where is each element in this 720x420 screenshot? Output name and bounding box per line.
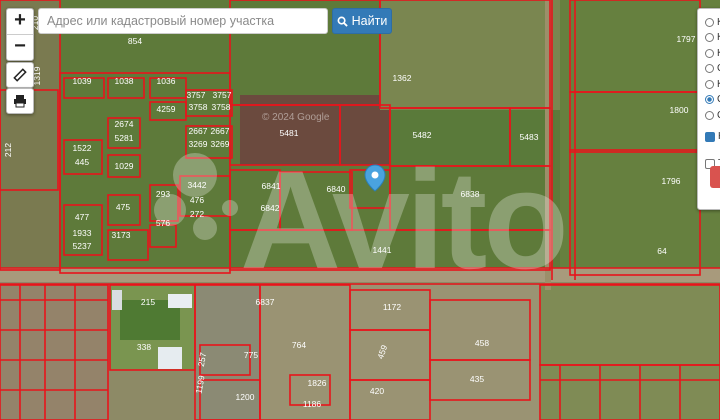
- parcel-label[interactable]: 3758: [189, 102, 208, 112]
- parcel-label[interactable]: 854: [128, 36, 142, 46]
- parcel-label[interactable]: 1186: [303, 399, 322, 409]
- parcel-label[interactable]: 212: [3, 143, 13, 157]
- parcel-label[interactable]: 3173: [112, 230, 131, 240]
- parcel-label[interactable]: 6838: [461, 189, 480, 199]
- parcel-label[interactable]: 5281: [115, 133, 134, 143]
- parcel-label[interactable]: 576: [156, 218, 170, 228]
- parcel-label[interactable]: 458: [475, 338, 489, 348]
- layer-checkbox-option[interactable]: К: [705, 130, 720, 144]
- layer-radio[interactable]: [705, 95, 714, 104]
- parcel-label[interactable]: 475: [116, 202, 130, 212]
- parcel-label[interactable]: 1038: [115, 76, 134, 86]
- parcel-label[interactable]: 1362: [393, 73, 412, 83]
- search-button[interactable]: Найти: [332, 8, 392, 34]
- layer-radio[interactable]: [705, 79, 714, 89]
- parcel-label[interactable]: 215: [141, 297, 155, 307]
- parcel-label[interactable]: 3757: [213, 90, 232, 100]
- layer-radio[interactable]: [705, 48, 714, 58]
- parcel-label[interactable]: 5237: [73, 241, 92, 251]
- layer-radio[interactable]: [705, 17, 714, 27]
- parcel-label[interactable]: 2667: [211, 126, 230, 136]
- parcel-label[interactable]: 2674: [115, 119, 134, 129]
- layer-option[interactable]: С: [705, 108, 720, 122]
- print-icon: [14, 95, 26, 108]
- parcel-label[interactable]: 1826: [308, 378, 327, 388]
- layer-checkbox[interactable]: [705, 131, 715, 142]
- parcel-label[interactable]: 6842: [261, 203, 280, 213]
- parcel-label[interactable]: 2667: [189, 126, 208, 136]
- parcel-label[interactable]: 1800: [670, 105, 689, 115]
- parcel-label[interactable]: 1441: [373, 245, 392, 255]
- layer-option[interactable]: К: [705, 15, 720, 29]
- layer-option[interactable]: К: [705, 46, 720, 60]
- zoom-in-button[interactable]: +: [7, 9, 33, 34]
- parcel-label[interactable]: 476: [190, 195, 204, 205]
- parcel-label[interactable]: 1039: [73, 76, 92, 86]
- zoom-control: + −: [6, 8, 34, 61]
- print-button[interactable]: [6, 88, 34, 114]
- panel-toggle-button[interactable]: [710, 166, 720, 188]
- parcel-label[interactable]: 445: [75, 157, 89, 167]
- parcel-label[interactable]: 3758: [212, 102, 231, 112]
- parcel-label[interactable]: 435: [470, 374, 484, 384]
- parcel-label[interactable]: 338: [137, 342, 151, 352]
- parcel-label[interactable]: 3442: [188, 180, 207, 190]
- google-watermark: © 2024 Google: [262, 112, 330, 123]
- ruler-button[interactable]: [6, 62, 34, 88]
- parcel-label[interactable]: 1200: [236, 392, 255, 402]
- parcel-label[interactable]: 4259: [157, 104, 176, 114]
- parcel-label[interactable]: 3269: [189, 139, 208, 149]
- parcel-label[interactable]: 477: [75, 212, 89, 222]
- parcel-label[interactable]: 1933: [73, 228, 92, 238]
- parcel-label[interactable]: 1522: [73, 143, 92, 153]
- parcel-label[interactable]: 64: [657, 246, 667, 256]
- search-button-label: Найти: [351, 14, 388, 28]
- map-canvas[interactable]: Avito © 2024 Google 854 1039 1038 1036 3757 3…: [0, 0, 720, 420]
- layer-option[interactable]: С: [705, 93, 720, 107]
- parcel-label[interactable]: 272: [190, 209, 204, 219]
- search-icon: [337, 16, 348, 27]
- parcel-label[interactable]: 1172: [383, 302, 402, 312]
- parcel-label[interactable]: 6837: [256, 297, 275, 307]
- parcel-label[interactable]: 5483: [520, 132, 539, 142]
- layer-option[interactable]: С: [705, 62, 720, 76]
- parcel-label[interactable]: 293: [156, 189, 170, 199]
- svg-text:Avito: Avito: [240, 141, 565, 298]
- parcel-label[interactable]: 5481: [280, 128, 299, 138]
- parcel-label[interactable]: 3757: [187, 90, 206, 100]
- parcel-label[interactable]: 420: [370, 386, 384, 396]
- parcel-label[interactable]: 5482: [413, 130, 432, 140]
- parcel-label[interactable]: 1029: [115, 161, 134, 171]
- parcel-label[interactable]: 1796: [662, 176, 681, 186]
- parcel-label[interactable]: 3269: [211, 139, 230, 149]
- layer-radio[interactable]: [705, 33, 714, 42]
- parcel-label[interactable]: 6841: [262, 181, 281, 191]
- zoom-out-button[interactable]: −: [7, 34, 33, 60]
- layer-radio[interactable]: [705, 110, 714, 120]
- layer-option[interactable]: К: [705, 31, 720, 45]
- parcel-label[interactable]: 764: [292, 340, 306, 350]
- parcel-label[interactable]: 1036: [157, 76, 176, 86]
- search-input[interactable]: [38, 8, 328, 34]
- parcel-label[interactable]: 6840: [327, 184, 346, 194]
- parcel-label[interactable]: 775: [244, 350, 258, 360]
- layer-radio[interactable]: [705, 64, 714, 73]
- ruler-icon: [13, 68, 27, 82]
- parcel-label[interactable]: 1797: [677, 34, 696, 44]
- layer-option[interactable]: К: [705, 77, 720, 91]
